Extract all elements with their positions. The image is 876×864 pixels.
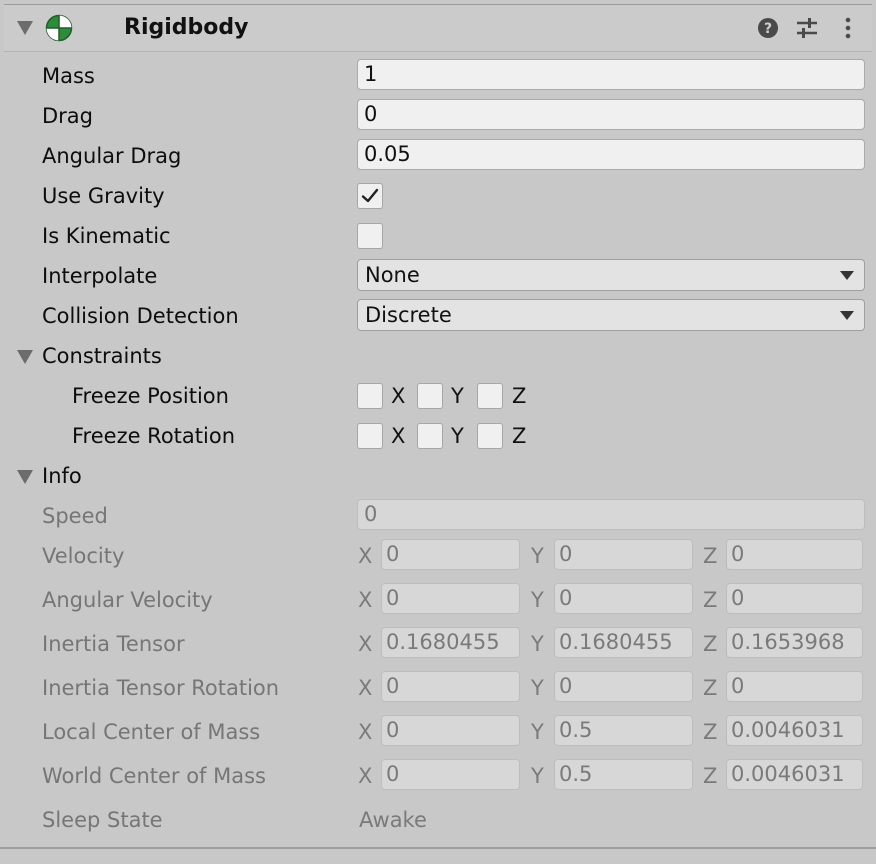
inertia-tensor-rotation-y-axis-label: Y [531, 676, 544, 700]
freeze-position-z-checkbox[interactable] [477, 383, 503, 409]
sleep-state-label: Sleep State [42, 808, 163, 832]
interpolate-value: None [365, 263, 420, 287]
inertia-tensor-rotation-y-field: 0 [554, 671, 693, 702]
local-center-of-mass-z-field: 0.0046031 [726, 715, 863, 746]
constraints-foldout[interactable]: Constraints [42, 343, 162, 369]
angular-velocity-y-axis-label: Y [531, 588, 544, 612]
local-center-of-mass-label: Local Center of Mass [42, 720, 261, 744]
velocity-z-field: 0 [726, 539, 863, 570]
world-center-of-mass-z-field: 0.0046031 [726, 759, 863, 790]
freeze-rotation-y-label: Y [451, 424, 464, 448]
speed-label: Speed [42, 504, 108, 528]
inertia-tensor-y-field: 0.1680455 [554, 627, 693, 658]
inertia-tensor-rotation-label: Inertia Tensor Rotation [42, 676, 280, 700]
component-header[interactable]: Rigidbody ? [4, 5, 872, 52]
use-gravity-label: Use Gravity [42, 184, 165, 208]
local-center-of-mass-z-axis-label: Z [703, 720, 718, 744]
sleep-state-value: Awake [359, 808, 427, 832]
freeze-position-x-label: X [391, 384, 406, 408]
angular-drag-label: Angular Drag [42, 144, 182, 168]
world-center-of-mass-x-axis-label: X [358, 764, 373, 788]
is-kinematic-checkbox[interactable] [357, 223, 383, 249]
velocity-label: Velocity [42, 544, 125, 568]
velocity-z-axis-label: Z [703, 544, 718, 568]
drag-label: Drag [42, 104, 94, 128]
velocity-x-field: 0 [381, 539, 520, 570]
constraints-foldout-arrow-icon[interactable] [17, 350, 33, 364]
drag-field[interactable]: 0 [357, 99, 865, 130]
world-center-of-mass-y-field: 0.5 [554, 759, 693, 790]
rigidbody-component-panel: Rigidbody ? Mass 1 Drag 0 Angular Drag 0… [4, 4, 872, 850]
mass-label: Mass [42, 64, 95, 88]
freeze-rotation-x-checkbox[interactable] [357, 423, 383, 449]
freeze-rotation-y-checkbox[interactable] [417, 423, 443, 449]
is-kinematic-label: Is Kinematic [42, 224, 171, 248]
freeze-rotation-z-label: Z [512, 424, 527, 448]
inertia-tensor-x-field: 0.1680455 [381, 627, 520, 658]
angular-velocity-z-axis-label: Z [703, 588, 718, 612]
mass-field[interactable]: 1 [357, 59, 865, 90]
freeze-rotation-z-checkbox[interactable] [477, 423, 503, 449]
local-center-of-mass-x-axis-label: X [358, 720, 373, 744]
interpolate-label: Interpolate [42, 264, 158, 288]
world-center-of-mass-x-field: 0 [381, 759, 520, 790]
freeze-rotation-x-label: X [391, 424, 406, 448]
interpolate-dropdown[interactable]: None [357, 259, 865, 291]
inertia-tensor-rotation-z-field: 0 [726, 671, 863, 702]
angular-velocity-z-field: 0 [726, 583, 863, 614]
velocity-y-field: 0 [554, 539, 693, 570]
collision-detection-value: Discrete [365, 303, 452, 327]
rigidbody-icon [45, 14, 73, 42]
angular-velocity-label: Angular Velocity [42, 588, 213, 612]
info-foldout[interactable]: Info [42, 463, 82, 489]
inertia-tensor-z-field: 0.1653968 [726, 627, 863, 658]
inertia-tensor-z-axis-label: Z [703, 632, 718, 656]
angular-velocity-x-axis-label: X [358, 588, 373, 612]
speed-field: 0 [357, 499, 865, 530]
foldout-arrow-icon[interactable] [17, 21, 33, 35]
velocity-x-axis-label: X [358, 544, 373, 568]
checkmark-icon [361, 188, 379, 203]
angular-velocity-x-field: 0 [381, 583, 520, 614]
panel-bottom-divider [0, 847, 876, 864]
angular-drag-field[interactable]: 0.05 [357, 139, 865, 170]
help-icon[interactable]: ? [755, 15, 781, 41]
world-center-of-mass-label: World Center of Mass [42, 764, 266, 788]
inertia-tensor-rotation-z-axis-label: Z [703, 676, 718, 700]
component-title: Rigidbody [124, 15, 249, 40]
local-center-of-mass-y-axis-label: Y [531, 720, 544, 744]
collision-detection-label: Collision Detection [42, 304, 239, 328]
freeze-position-y-label: Y [451, 384, 464, 408]
local-center-of-mass-y-field: 0.5 [554, 715, 693, 746]
inertia-tensor-x-axis-label: X [358, 632, 373, 656]
freeze-position-y-checkbox[interactable] [417, 383, 443, 409]
world-center-of-mass-y-axis-label: Y [531, 764, 544, 788]
use-gravity-checkbox[interactable] [357, 183, 383, 209]
inertia-tensor-label: Inertia Tensor [42, 632, 185, 656]
kebab-menu-icon[interactable] [838, 15, 864, 41]
local-center-of-mass-x-field: 0 [381, 715, 520, 746]
inertia-tensor-rotation-x-field: 0 [381, 671, 520, 702]
preset-icon[interactable] [794, 15, 820, 41]
inertia-tensor-y-axis-label: Y [531, 632, 544, 656]
dropdown-arrow-icon [840, 271, 854, 280]
freeze-position-z-label: Z [512, 384, 527, 408]
freeze-position-x-checkbox[interactable] [357, 383, 383, 409]
world-center-of-mass-z-axis-label: Z [703, 764, 718, 788]
dropdown-arrow-icon [840, 311, 854, 320]
collision-detection-dropdown[interactable]: Discrete [357, 299, 865, 331]
angular-velocity-y-field: 0 [554, 583, 693, 614]
velocity-y-axis-label: Y [531, 544, 544, 568]
info-foldout-arrow-icon[interactable] [17, 470, 33, 484]
svg-text:?: ? [764, 21, 772, 37]
freeze-position-label: Freeze Position [72, 384, 229, 408]
freeze-rotation-label: Freeze Rotation [72, 424, 236, 448]
inertia-tensor-rotation-x-axis-label: X [358, 676, 373, 700]
